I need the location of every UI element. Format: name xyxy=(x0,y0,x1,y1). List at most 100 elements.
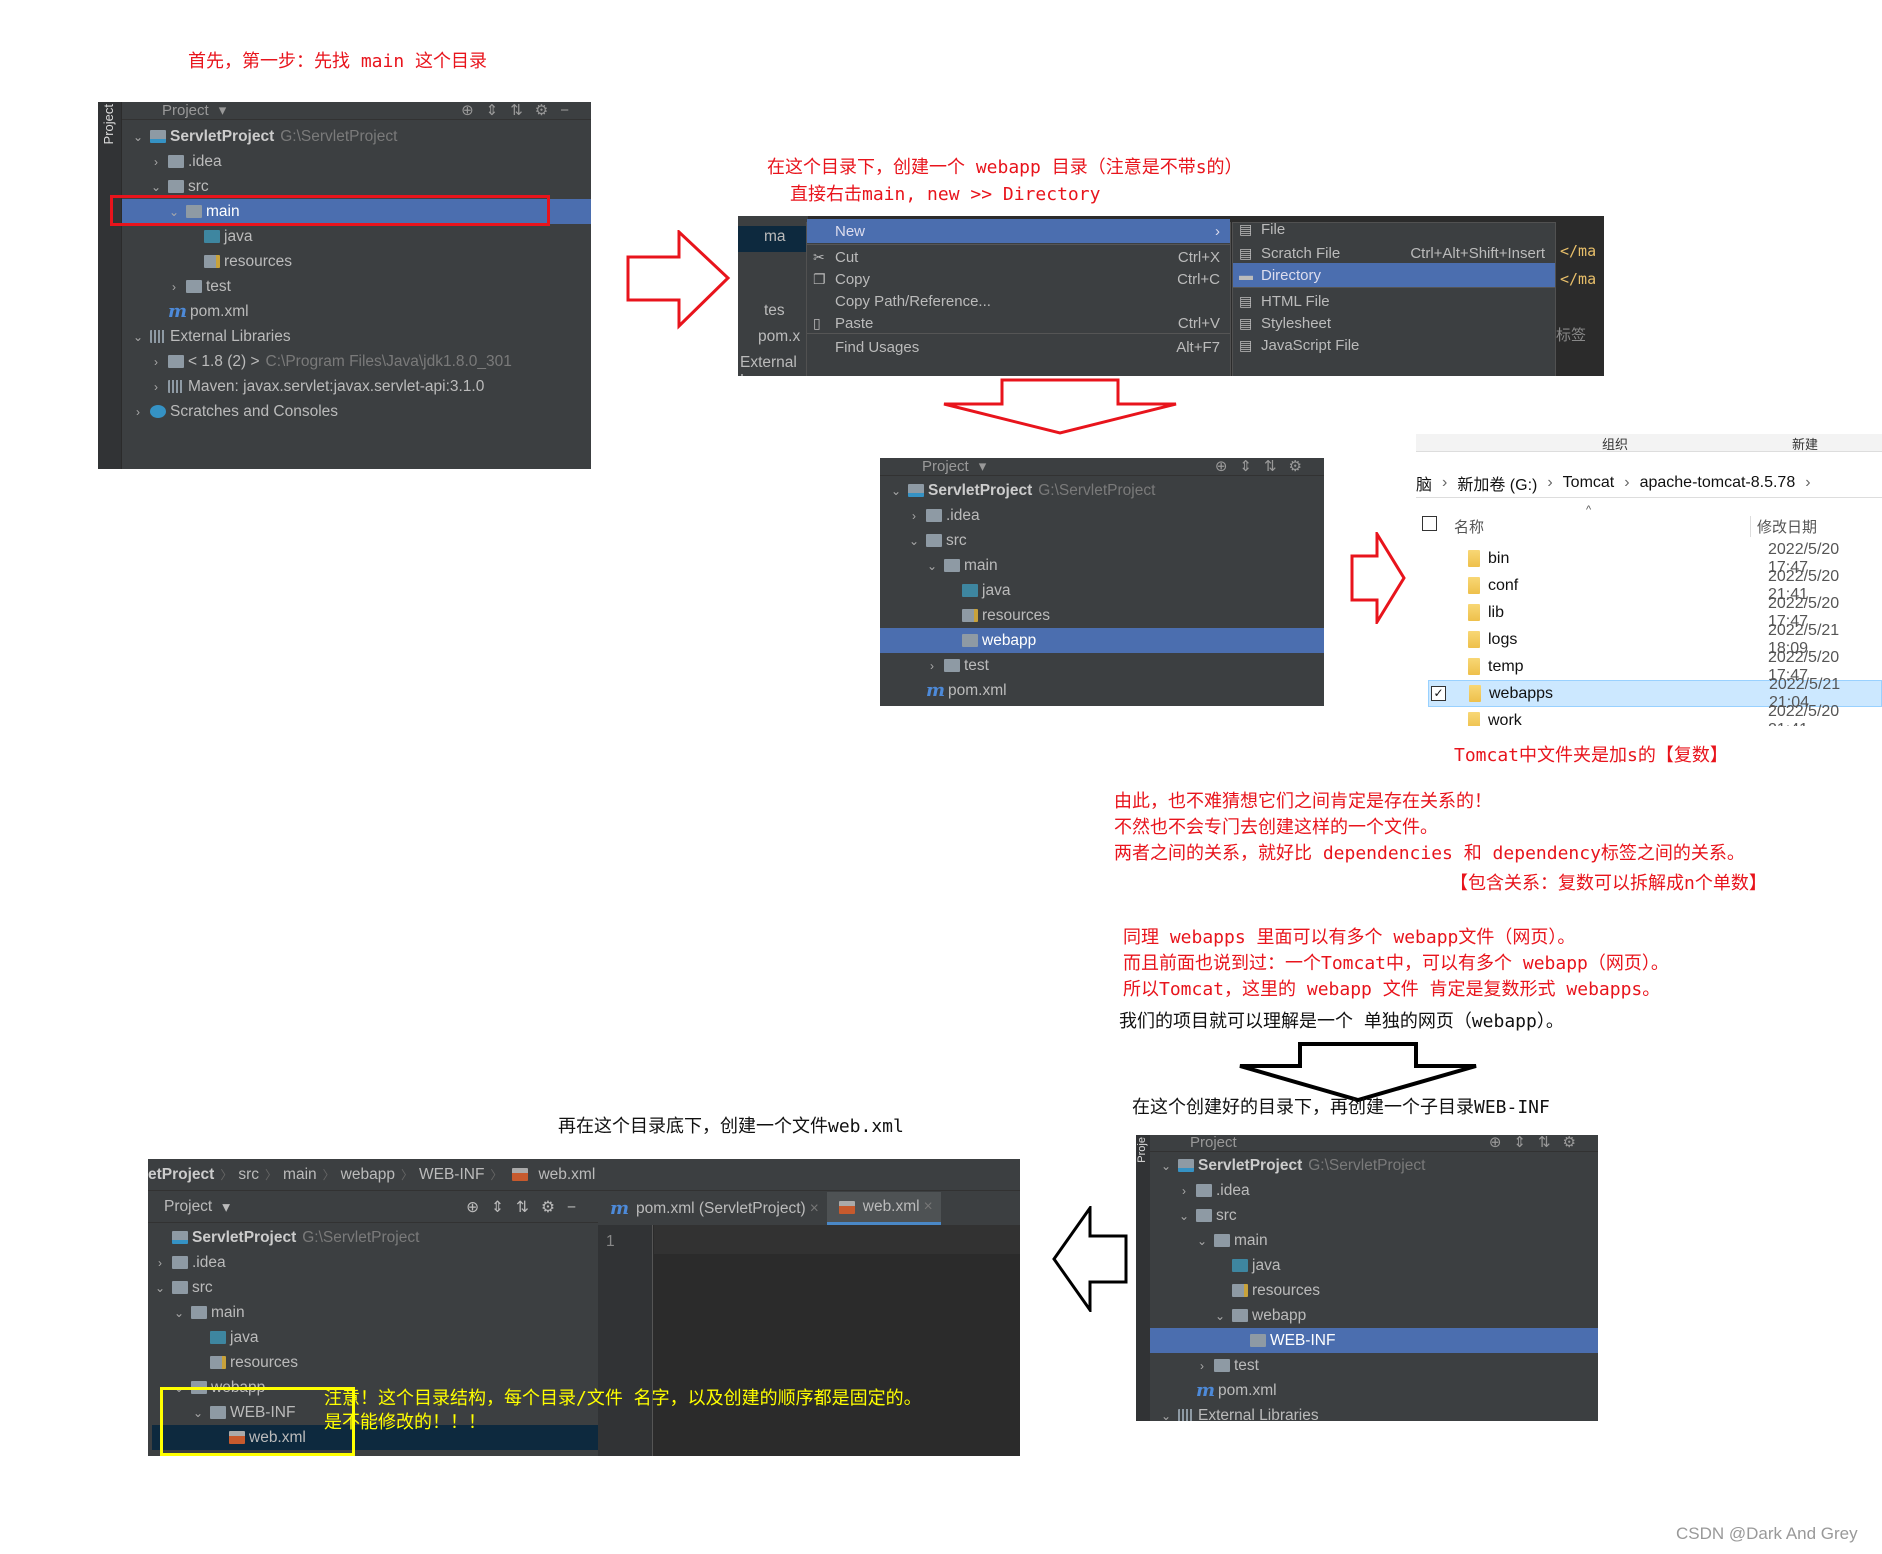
tree-row[interactable]: › test xyxy=(1150,1353,1598,1378)
tree-row[interactable]: m pom.xml xyxy=(880,678,1324,703)
menu-item-find-usages[interactable]: Find Usages Alt+F7 xyxy=(807,335,1230,359)
chevron-down-icon[interactable]: ⌄ xyxy=(148,180,164,194)
chevron-down-icon[interactable]: ⌄ xyxy=(171,1306,187,1320)
chevron-right-icon[interactable]: › xyxy=(148,380,164,394)
tree-row[interactable]: java xyxy=(880,578,1324,603)
tree-row[interactable]: › Scratches and Consoles xyxy=(122,399,591,424)
toolbar-icons[interactable]: ⊕⇕⇅⚙− xyxy=(466,1198,588,1217)
toolbar-icons[interactable]: ⊕⇕⇅⚙− xyxy=(461,102,581,119)
tree-row[interactable]: › .idea xyxy=(122,149,591,174)
breadcrumb-item[interactable]: WEB-INF xyxy=(419,1166,484,1184)
menu-item-new[interactable]: New › xyxy=(807,219,1230,243)
name-column-header[interactable]: 名称 xyxy=(1454,516,1484,537)
editor-tab[interactable]: web.xml × xyxy=(826,1192,941,1225)
chevron-down-icon[interactable]: ⌄ xyxy=(1158,1159,1174,1173)
tree-item-main[interactable]: ma xyxy=(764,228,786,246)
menu-item-copy[interactable]: ❐ Copy Ctrl+C xyxy=(807,267,1230,291)
tree-row[interactable]: ⌄ External Libraries xyxy=(122,324,591,349)
file-row[interactable]: work 2022/5/20 21:41 xyxy=(1428,703,1882,726)
menu-item-file[interactable]: ▤ File xyxy=(1233,217,1555,241)
project-header-label[interactable]: Project xyxy=(162,102,209,119)
tree-row[interactable]: java xyxy=(1150,1253,1598,1278)
chevron-right-icon[interactable]: › xyxy=(148,355,164,369)
tree-row[interactable]: ⌄ src xyxy=(1150,1203,1598,1228)
chevron-down-icon[interactable]: ⌄ xyxy=(1194,1234,1210,1248)
menu-item-cut[interactable]: ✂ Cut Ctrl+X xyxy=(807,245,1230,269)
breadcrumb-item[interactable]: apache-tomcat-8.5.78 xyxy=(1640,474,1796,492)
project-header-label[interactable]: Project xyxy=(1190,1135,1237,1151)
tree-row[interactable]: › .idea xyxy=(152,1250,598,1275)
tree-row[interactable]: ServletProject G:\ServletProject xyxy=(152,1225,598,1250)
tree-row[interactable]: resources xyxy=(1150,1278,1598,1303)
dropdown-icon[interactable]: ▾ xyxy=(222,1198,230,1217)
menu-item-scratch-file[interactable]: ▤ Scratch File Ctrl+Alt+Shift+Insert xyxy=(1233,241,1555,265)
tree-row[interactable]: ⌄ src xyxy=(880,528,1324,553)
close-icon[interactable]: × xyxy=(924,1198,933,1216)
chevron-down-icon[interactable]: ⌄ xyxy=(906,534,922,548)
breadcrumb-item[interactable]: web.xml xyxy=(538,1166,595,1184)
breadcrumb-item[interactable]: 新加卷 (G:) xyxy=(1457,471,1537,495)
chevron-down-icon[interactable]: ⌄ xyxy=(1212,1309,1228,1323)
select-all-checkbox[interactable] xyxy=(1422,516,1437,531)
tree-row[interactable]: ⌄ External Libraries xyxy=(1150,1403,1598,1421)
tree-row[interactable]: ⌄ src xyxy=(152,1275,598,1300)
chevron-right-icon[interactable]: › xyxy=(1194,1359,1210,1373)
menu-item-stylesheet[interactable]: ▤ Stylesheet xyxy=(1233,311,1555,335)
tree-row[interactable]: ⌄ webapp xyxy=(1150,1303,1598,1328)
tree-row[interactable]: › .idea xyxy=(1150,1178,1598,1203)
menu-item-paste[interactable]: ▯ Paste Ctrl+V xyxy=(807,311,1230,335)
project-side-tab[interactable]: Proje xyxy=(1136,1137,1148,1163)
tree-row[interactable]: › < 1.8 (2) > C:\Program Files\Java\jdk1.8… xyxy=(122,349,591,374)
chevron-down-icon[interactable]: ⌄ xyxy=(152,1281,168,1295)
tree-row[interactable]: ⌄ ServletProject G:\ServletProject xyxy=(880,478,1324,503)
dropdown-icon[interactable]: ▾ xyxy=(979,458,987,475)
tree-row[interactable]: ⌄ main xyxy=(1150,1228,1598,1253)
chevron-down-icon[interactable]: ⌄ xyxy=(1176,1209,1192,1223)
close-icon[interactable]: × xyxy=(810,1200,819,1218)
tree-row[interactable]: m pom.xml xyxy=(1150,1378,1598,1403)
menu-item-javascript-file[interactable]: ▤ JavaScript File xyxy=(1233,333,1555,357)
chevron-down-icon[interactable]: ⌄ xyxy=(130,330,146,344)
chevron-right-icon[interactable]: › xyxy=(152,1256,168,1270)
tree-row[interactable]: resources xyxy=(880,603,1324,628)
tree-row[interactable]: ⌄ main xyxy=(152,1300,598,1325)
breadcrumb-item[interactable]: etProject xyxy=(148,1166,214,1184)
menu-item-copy-path-reference[interactable]: Copy Path/Reference... xyxy=(807,289,1230,313)
chevron-down-icon[interactable]: ⌄ xyxy=(1158,1409,1174,1422)
chevron-right-icon[interactable]: › xyxy=(1176,1184,1192,1198)
row-checkbox[interactable]: ✓ xyxy=(1431,686,1446,701)
chevron-right-icon[interactable]: › xyxy=(166,280,182,294)
tree-item-external[interactable]: External L xyxy=(740,354,808,376)
tree-row[interactable]: resources xyxy=(122,249,591,274)
chevron-right-icon[interactable]: › xyxy=(906,509,922,523)
chevron-right-icon[interactable]: › xyxy=(924,659,940,673)
toolbar-icons[interactable]: ⊕⇕⇅⚙ xyxy=(1215,458,1314,475)
tree-row[interactable]: webapp xyxy=(880,628,1324,653)
tree-row[interactable]: ⌄ ServletProject G:\ServletProject xyxy=(1150,1153,1598,1178)
tree-row[interactable]: java xyxy=(152,1325,598,1350)
breadcrumb-item[interactable]: src xyxy=(238,1166,259,1184)
menu-item-html-file[interactable]: ▤ HTML File xyxy=(1233,289,1555,313)
tree-row[interactable]: › test xyxy=(122,274,591,299)
chevron-right-icon[interactable]: › xyxy=(130,405,146,419)
tree-item-test[interactable]: tes xyxy=(764,302,785,320)
toolbar-icons[interactable]: ⊕⇕⇅⚙ xyxy=(1489,1135,1588,1151)
tree-row[interactable]: resources xyxy=(152,1350,598,1375)
tree-item-pom[interactable]: pom.x xyxy=(758,328,800,346)
tree-row[interactable]: › .idea xyxy=(880,503,1324,528)
organize-button[interactable]: 组织 xyxy=(1602,434,1628,453)
tree-row[interactable]: › Maven: javax.servlet:javax.servlet-api:… xyxy=(122,374,591,399)
breadcrumb-item[interactable]: 脑 xyxy=(1416,471,1432,495)
tree-row[interactable]: java xyxy=(122,224,591,249)
breadcrumb-item[interactable]: Tomcat xyxy=(1563,474,1615,492)
tree-row[interactable]: › test xyxy=(880,653,1324,678)
dropdown-icon[interactable]: ▾ xyxy=(219,102,227,119)
project-side-tab[interactable]: Project xyxy=(101,104,116,144)
tree-row[interactable]: ⌄ main xyxy=(880,553,1324,578)
menu-item-directory[interactable]: ▬ Directory xyxy=(1233,263,1555,287)
editor-tab[interactable]: m pom.xml (ServletProject) × xyxy=(598,1192,827,1225)
current-line[interactable] xyxy=(654,1225,1020,1254)
modified-column-header[interactable]: 修改日期 xyxy=(1750,516,1817,537)
chevron-down-icon[interactable]: ⌄ xyxy=(924,559,940,573)
new-button[interactable]: 新建 xyxy=(1792,434,1818,453)
